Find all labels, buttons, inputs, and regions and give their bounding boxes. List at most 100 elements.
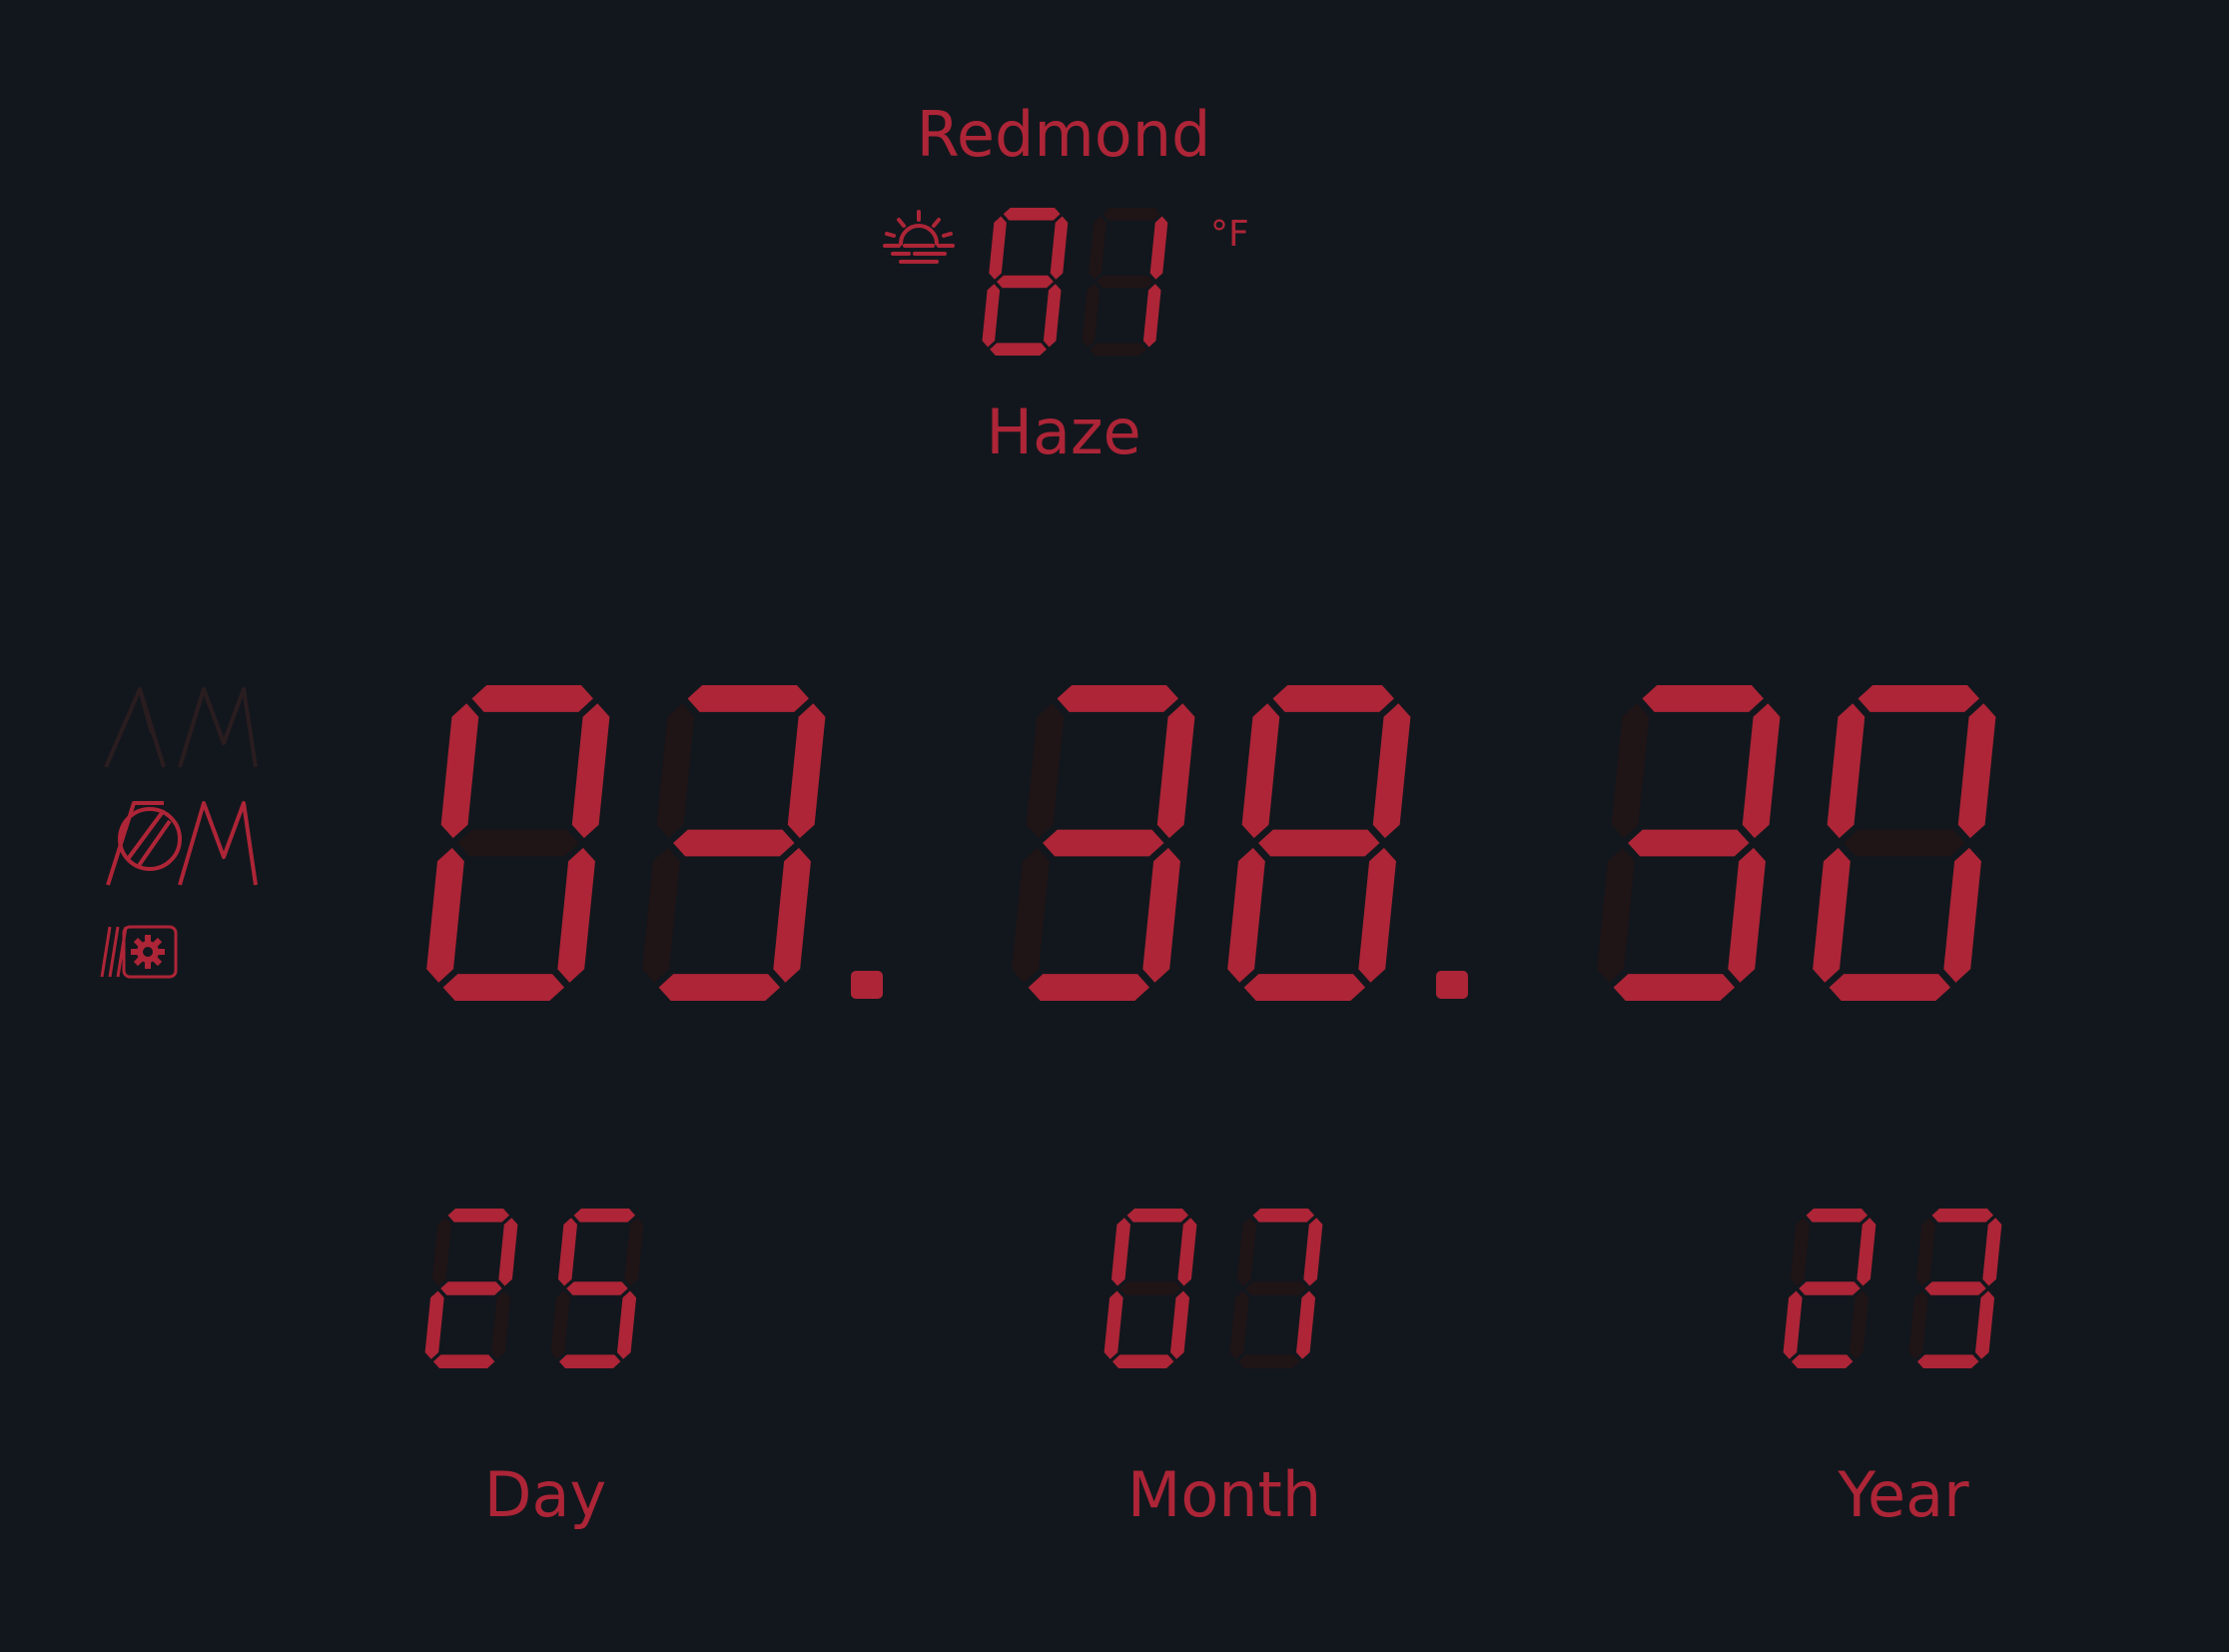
segment-c: [1850, 1290, 1869, 1359]
segment-e: [424, 1290, 444, 1359]
segment-e: [1597, 847, 1635, 983]
segment-c: [1142, 284, 1161, 348]
segment-a: [1858, 685, 1979, 712]
segment-a: [1126, 1209, 1189, 1223]
seven-segment-digit: [642, 685, 826, 1001]
segment-a: [1272, 685, 1394, 712]
segment-f: [1915, 1218, 1935, 1286]
seven-segment-digit: [1082, 208, 1168, 356]
segment-d: [1916, 1354, 1979, 1368]
segment-d: [990, 343, 1048, 356]
segment-g: [566, 1281, 628, 1295]
segment-c: [1142, 847, 1180, 983]
segment-f: [440, 703, 479, 839]
city-name: Redmond: [916, 98, 1211, 171]
segment-g: [1043, 829, 1164, 857]
segment-f: [1026, 703, 1065, 839]
segment-g: [1258, 829, 1380, 857]
segment-a: [471, 685, 593, 712]
segment-f: [557, 1218, 577, 1286]
segment-g: [457, 829, 579, 857]
clock-separator-2: [1436, 971, 1468, 999]
segment-c: [1043, 284, 1062, 348]
segment-d: [432, 1354, 495, 1368]
segment-g: [673, 829, 795, 857]
segment-g: [996, 275, 1054, 289]
seven-segment-digit: [982, 208, 1069, 356]
seven-segment-digit: [1104, 1209, 1197, 1368]
day-label: Day: [483, 1458, 607, 1531]
segment-d: [442, 974, 565, 1001]
segment-g: [1628, 829, 1750, 857]
segment-c: [617, 1290, 637, 1359]
segment-f: [1611, 703, 1650, 839]
segment-d: [1791, 1354, 1854, 1368]
seven-segment-digit: [1908, 1209, 2002, 1368]
segment-a: [1252, 1209, 1315, 1223]
seven-segment-digit: [550, 1209, 644, 1368]
pm-indicator[interactable]: [104, 799, 264, 889]
segment-c: [491, 1290, 511, 1359]
segment-e: [1082, 284, 1101, 348]
segment-e: [550, 1290, 570, 1359]
segment-d: [1613, 974, 1736, 1001]
segment-b: [571, 703, 610, 839]
seven-segment-digit: [1012, 685, 1195, 1001]
segment-e: [1227, 847, 1265, 983]
segment-e: [1783, 1290, 1803, 1359]
segment-b: [787, 703, 826, 839]
segment-f: [989, 216, 1007, 280]
seven-segment-digit: [1783, 1209, 1876, 1368]
clock-separator-1: [851, 971, 883, 999]
segment-b: [1372, 703, 1411, 839]
segment-a: [1806, 1209, 1868, 1223]
seven-segment-digit: [424, 1209, 518, 1368]
segment-c: [1728, 847, 1766, 983]
seven-segment-digit: [426, 685, 610, 1001]
segment-e: [1012, 847, 1050, 983]
segment-a: [1931, 1209, 1994, 1223]
segment-g: [1924, 1281, 1986, 1295]
segment-d: [1243, 974, 1366, 1001]
segment-f: [656, 703, 695, 839]
segment-d: [558, 1354, 621, 1368]
segment-f: [1790, 1218, 1810, 1286]
seven-segment-digit: [1597, 685, 1781, 1001]
segment-e: [1229, 1290, 1249, 1359]
segment-a: [1003, 208, 1061, 221]
month-label: Month: [1126, 1458, 1322, 1531]
segment-a: [1642, 685, 1764, 712]
segment-b: [1742, 703, 1781, 839]
segment-c: [1975, 1290, 1995, 1359]
segment-g: [1245, 1281, 1307, 1295]
segment-f: [1241, 703, 1280, 839]
segment-e: [426, 847, 464, 983]
segment-d: [658, 974, 781, 1001]
sunrise-haze-icon: [883, 210, 955, 264]
segment-f: [431, 1218, 451, 1286]
segment-a: [1057, 685, 1178, 712]
segment-e: [982, 284, 1001, 348]
segment-g: [1799, 1281, 1860, 1295]
segment-g: [1844, 829, 1965, 857]
segment-d: [1090, 343, 1147, 356]
segment-f: [1827, 703, 1865, 839]
settings-button[interactable]: [98, 923, 180, 981]
segment-a: [1103, 208, 1160, 221]
seven-segment-digit: [1227, 685, 1411, 1001]
segment-b: [1177, 1218, 1197, 1286]
segment-d: [1112, 1354, 1174, 1368]
seven-segment-digit: [1229, 1209, 1323, 1368]
segment-d: [1237, 1354, 1300, 1368]
segment-d: [1829, 974, 1951, 1001]
segment-b: [1149, 216, 1168, 280]
am-indicator[interactable]: [100, 685, 260, 769]
segment-c: [557, 847, 595, 983]
segment-a: [447, 1209, 510, 1223]
temperature-unit: °F: [1210, 214, 1249, 255]
segment-c: [1943, 847, 1981, 983]
segment-f: [1236, 1218, 1256, 1286]
segment-a: [573, 1209, 636, 1223]
segment-d: [1028, 974, 1150, 1001]
segment-b: [1303, 1218, 1323, 1286]
